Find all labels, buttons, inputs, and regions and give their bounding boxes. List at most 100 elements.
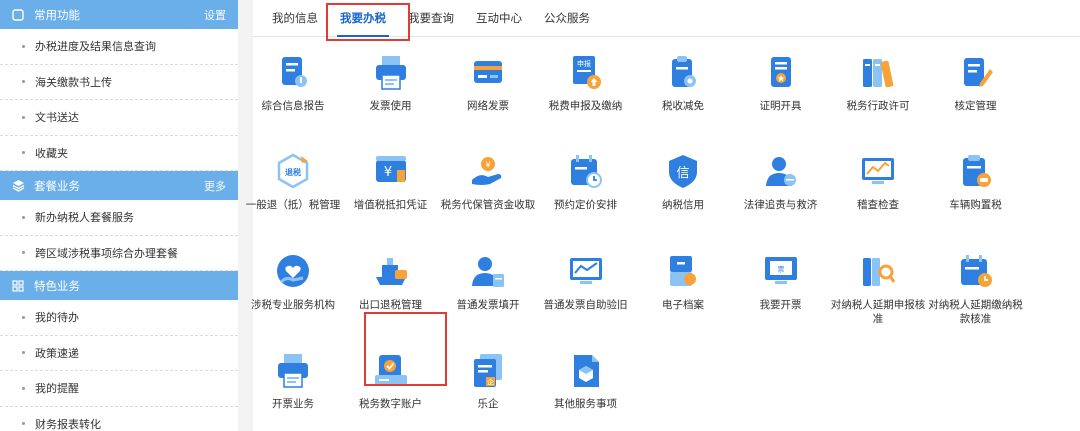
tab-2[interactable]: 我要查询 bbox=[397, 0, 465, 36]
declare-upload-icon: 申报 bbox=[566, 53, 606, 93]
invoice-screen-icon: 票 bbox=[761, 252, 801, 292]
service-tile-label: 证明开具 bbox=[759, 100, 802, 112]
svg-text:申报: 申报 bbox=[577, 59, 591, 68]
sidebar-item[interactable]: 政策速递 bbox=[0, 336, 238, 371]
main-panel: 我的信息 我要办税 我要查询 互动中心 公众服务 综合信息报告 发票使用 网络发票 申报 税费申… bbox=[246, 0, 1080, 431]
clipboard-gear-icon bbox=[663, 53, 703, 93]
binders-icon bbox=[858, 53, 898, 93]
bullet-icon bbox=[22, 315, 25, 319]
service-tile[interactable]: 对纳税人延期申报核准 bbox=[830, 252, 926, 326]
service-tile-label: 预约定价安排 bbox=[554, 199, 617, 211]
sidebar-item-label: 政策速递 bbox=[35, 346, 79, 360]
service-tile[interactable]: 电子档案 bbox=[635, 252, 731, 312]
service-tile[interactable]: 预约定价安排 bbox=[538, 152, 634, 212]
service-tile[interactable]: 税收减免 bbox=[635, 53, 731, 113]
calendar-delay-icon bbox=[956, 252, 996, 292]
tab-0[interactable]: 我的信息 bbox=[261, 0, 329, 36]
svg-text:¥: ¥ bbox=[383, 165, 391, 180]
sidebar-item[interactable]: 新办纳税人套餐服务 bbox=[0, 200, 238, 236]
tab-1[interactable]: 我要办税 bbox=[329, 0, 397, 37]
sidebar-section-action[interactable]: 设置 bbox=[204, 7, 226, 23]
sidebar-item-label: 跨区域涉税事项综合办理套餐 bbox=[35, 246, 178, 260]
service-tile-label: 我要开票 bbox=[759, 299, 802, 311]
service-tile-label: 网络发票 bbox=[467, 100, 509, 112]
service-tile-label: 增值税抵扣凭证 bbox=[353, 199, 428, 211]
service-tile-label: 涉税专业服务机构 bbox=[251, 299, 335, 311]
service-tile[interactable]: ¥ 增值税抵扣凭证 bbox=[343, 152, 439, 212]
report-doc-icon bbox=[273, 53, 313, 93]
service-tile[interactable]: 核定管理 bbox=[928, 53, 1024, 113]
svg-text:退税: 退税 bbox=[285, 167, 301, 177]
certificate-icon bbox=[761, 53, 801, 93]
service-tile[interactable]: 票我要开票 bbox=[733, 252, 829, 312]
archive-icon bbox=[663, 252, 703, 292]
sidebar-item[interactable]: 办税进度及结果信息查询 bbox=[0, 29, 238, 65]
refund-icon: 退税 bbox=[273, 152, 313, 192]
tab-3[interactable]: 互动中心 bbox=[465, 0, 533, 36]
service-tile-label: 税务行政许可 bbox=[846, 100, 910, 112]
sidebar-item-label: 文书送达 bbox=[35, 111, 79, 125]
service-tile[interactable]: 对纳税人延期缴纳税款核准 bbox=[928, 252, 1024, 326]
service-tile[interactable]: 出口退税管理 bbox=[343, 252, 439, 312]
service-tile-label: 出口退税管理 bbox=[359, 299, 422, 311]
sidebar-item[interactable]: 财务报表转化 bbox=[0, 407, 238, 431]
sidebar-section-header[interactable]: 套餐业务 更多 bbox=[0, 171, 238, 200]
service-tile-label: 一般退（抵）税管理 bbox=[245, 199, 341, 211]
service-tile[interactable]: 法律追责与救济 bbox=[733, 152, 829, 212]
service-tile-label: 法律追责与救济 bbox=[743, 199, 818, 211]
service-tile[interactable]: 稽查检查 bbox=[830, 152, 926, 212]
sidebar-section-header[interactable]: 特色业务 bbox=[0, 271, 238, 300]
service-tile[interactable]: 信纳税信用 bbox=[635, 152, 731, 212]
service-tile[interactable]: 税务行政许可 bbox=[830, 53, 926, 113]
bullet-icon bbox=[22, 215, 25, 219]
sidebar-section-action[interactable]: 更多 bbox=[204, 178, 226, 194]
sidebar-section-header[interactable]: 常用功能 设置 bbox=[0, 0, 238, 29]
service-tile[interactable]: 税务数字账户 bbox=[343, 351, 439, 411]
service-tile[interactable]: 普通发票填开 bbox=[440, 252, 536, 312]
service-tile[interactable]: 发票使用 bbox=[343, 53, 439, 113]
sidebar-item-label: 财务报表转化 bbox=[35, 417, 101, 431]
service-tile-label: 其他服务事项 bbox=[554, 398, 617, 410]
printer-icon bbox=[371, 53, 411, 93]
svg-text:票: 票 bbox=[777, 266, 784, 274]
service-tile-label: 纳税信用 bbox=[662, 199, 704, 211]
sidebar-section-title: 常用功能 bbox=[34, 7, 80, 22]
svg-text:企: 企 bbox=[487, 378, 494, 387]
service-tile-label: 税务数字账户 bbox=[359, 398, 422, 410]
service-tile[interactable]: 企乐企 bbox=[440, 351, 536, 411]
service-tile-label: 税收减免 bbox=[662, 100, 704, 112]
sidebar-item[interactable]: 文书送达 bbox=[0, 100, 238, 136]
bullet-icon bbox=[22, 422, 25, 426]
square-outline-icon bbox=[10, 7, 26, 23]
service-tile-label: 普通发票自助验旧 bbox=[543, 299, 628, 311]
service-tile[interactable]: 申报 税费申报及缴纳 bbox=[538, 53, 634, 113]
sidebar-item[interactable]: 跨区域涉税事项综合办理套餐 bbox=[0, 236, 238, 271]
cube-doc-icon bbox=[566, 351, 606, 391]
service-tile-label: 电子档案 bbox=[662, 299, 704, 311]
service-tile[interactable]: 车辆购置税 bbox=[928, 152, 1024, 212]
service-tile[interactable]: ¥ 税务代保管资金收取 bbox=[440, 152, 536, 212]
service-tile[interactable]: 开票业务 bbox=[245, 351, 341, 411]
monitor-line-icon bbox=[566, 252, 606, 292]
bullet-icon bbox=[22, 44, 25, 48]
sidebar-item[interactable]: 收藏夹 bbox=[0, 136, 238, 171]
service-tile[interactable]: 普通发票自助验旧 bbox=[538, 252, 634, 312]
service-tile-label: 核定管理 bbox=[954, 100, 997, 112]
sidebar-item[interactable]: 我的待办 bbox=[0, 300, 238, 336]
service-tile-label: 综合信息报告 bbox=[261, 100, 325, 112]
sidebar-item[interactable]: 海关缴款书上传 bbox=[0, 65, 238, 100]
service-tile[interactable]: 网络发票 bbox=[440, 53, 536, 113]
service-tile[interactable]: 退税一般退（抵）税管理 bbox=[245, 152, 341, 212]
sidebar-item[interactable]: 我的提醒 bbox=[0, 371, 238, 407]
service-tile[interactable]: 其他服务事项 bbox=[538, 351, 634, 411]
service-tile[interactable]: 涉税专业服务机构 bbox=[245, 252, 341, 312]
tab-4[interactable]: 公众服务 bbox=[533, 0, 601, 36]
service-tile[interactable]: 证明开具 bbox=[733, 53, 829, 113]
hand-coin-icon: ¥ bbox=[468, 152, 508, 192]
monitor-chart-icon bbox=[858, 152, 898, 192]
service-tile[interactable]: 综合信息报告 bbox=[245, 53, 341, 113]
binders-search-icon bbox=[858, 252, 898, 292]
clipboard-car-icon bbox=[956, 152, 996, 192]
printer-icon bbox=[273, 351, 313, 391]
bullet-icon bbox=[22, 80, 25, 84]
